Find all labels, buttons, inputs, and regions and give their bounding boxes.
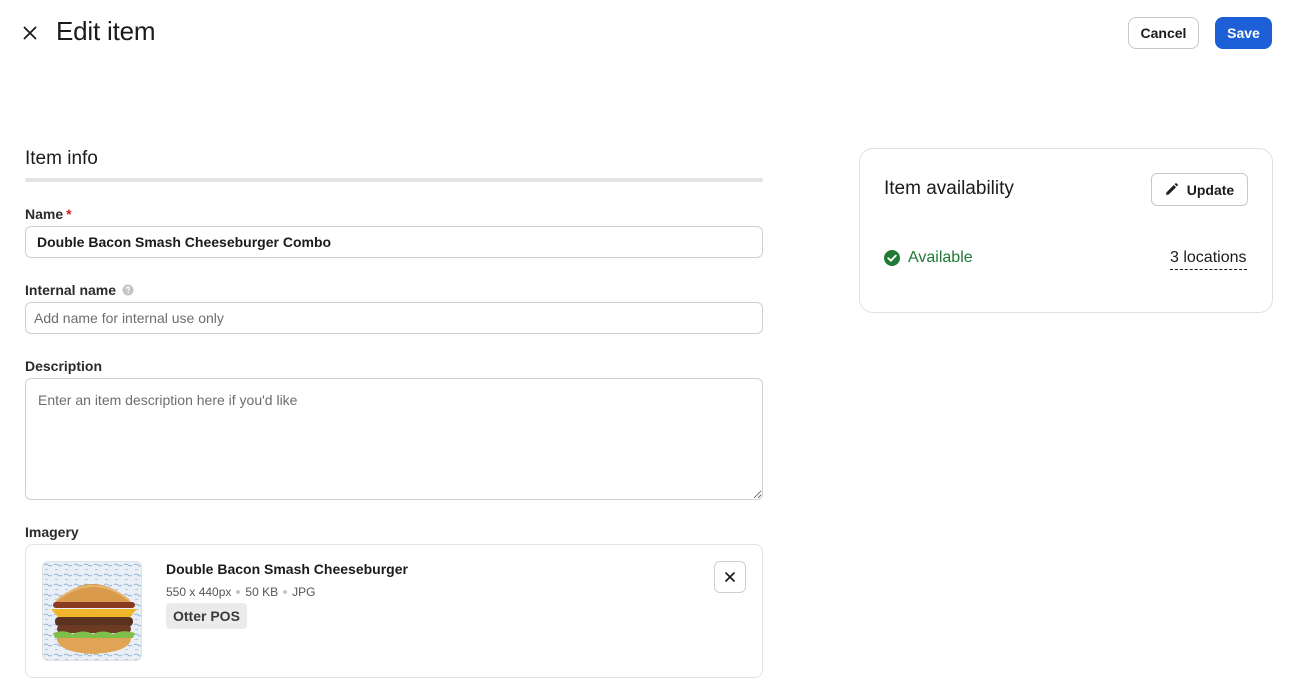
image-meta: 550 x 440px 50 KB JPG: [166, 585, 315, 599]
internal-name-label: Internal name: [25, 282, 134, 298]
item-availability-card: Item availability Update Available 3 loc…: [859, 148, 1273, 313]
availability-status-text: Available: [908, 249, 973, 266]
separator-dot: [283, 590, 288, 594]
cancel-button[interactable]: Cancel: [1128, 17, 1199, 49]
help-icon[interactable]: [122, 284, 134, 296]
separator-dot: [236, 590, 241, 594]
image-source-tag: Otter POS: [166, 603, 247, 629]
locations-link[interactable]: 3 locations: [1170, 248, 1247, 270]
internal-name-label-text: Internal name: [25, 282, 117, 298]
remove-image-button[interactable]: [714, 561, 746, 593]
top-bar: Edit item Cancel Save: [0, 0, 1312, 66]
image-size: 50 KB: [245, 585, 279, 599]
image-format: JPG: [292, 585, 316, 599]
close-page-button[interactable]: [18, 21, 42, 45]
name-label: Name *: [25, 206, 72, 222]
pencil-icon: [1165, 183, 1178, 195]
availability-status: Available: [884, 249, 973, 267]
name-label-text: Name: [25, 206, 64, 222]
image-name: Double Bacon Smash Cheeseburger: [166, 561, 408, 577]
check-circle-icon: [884, 250, 900, 266]
description-label: Description: [25, 358, 103, 374]
description-textarea[interactable]: [25, 378, 763, 500]
name-input[interactable]: [25, 226, 763, 258]
update-availability-button[interactable]: Update: [1151, 173, 1248, 206]
section-divider: [25, 178, 763, 182]
close-icon: [725, 572, 735, 582]
close-icon: [23, 26, 37, 40]
availability-heading: Item availability: [884, 178, 1014, 199]
image-thumbnail[interactable]: [42, 561, 142, 661]
update-label: Update: [1186, 181, 1235, 198]
internal-name-input[interactable]: [25, 302, 763, 334]
burger-image: [43, 562, 141, 660]
page-title: Edit item: [56, 16, 156, 46]
save-button[interactable]: Save: [1215, 17, 1272, 49]
image-dimensions: 550 x 440px: [166, 585, 232, 599]
image-card: Double Bacon Smash Cheeseburger 550 x 44…: [25, 544, 763, 678]
imagery-label: Imagery: [25, 524, 79, 540]
required-marker: *: [66, 206, 72, 222]
item-info-heading: Item info: [25, 148, 98, 169]
